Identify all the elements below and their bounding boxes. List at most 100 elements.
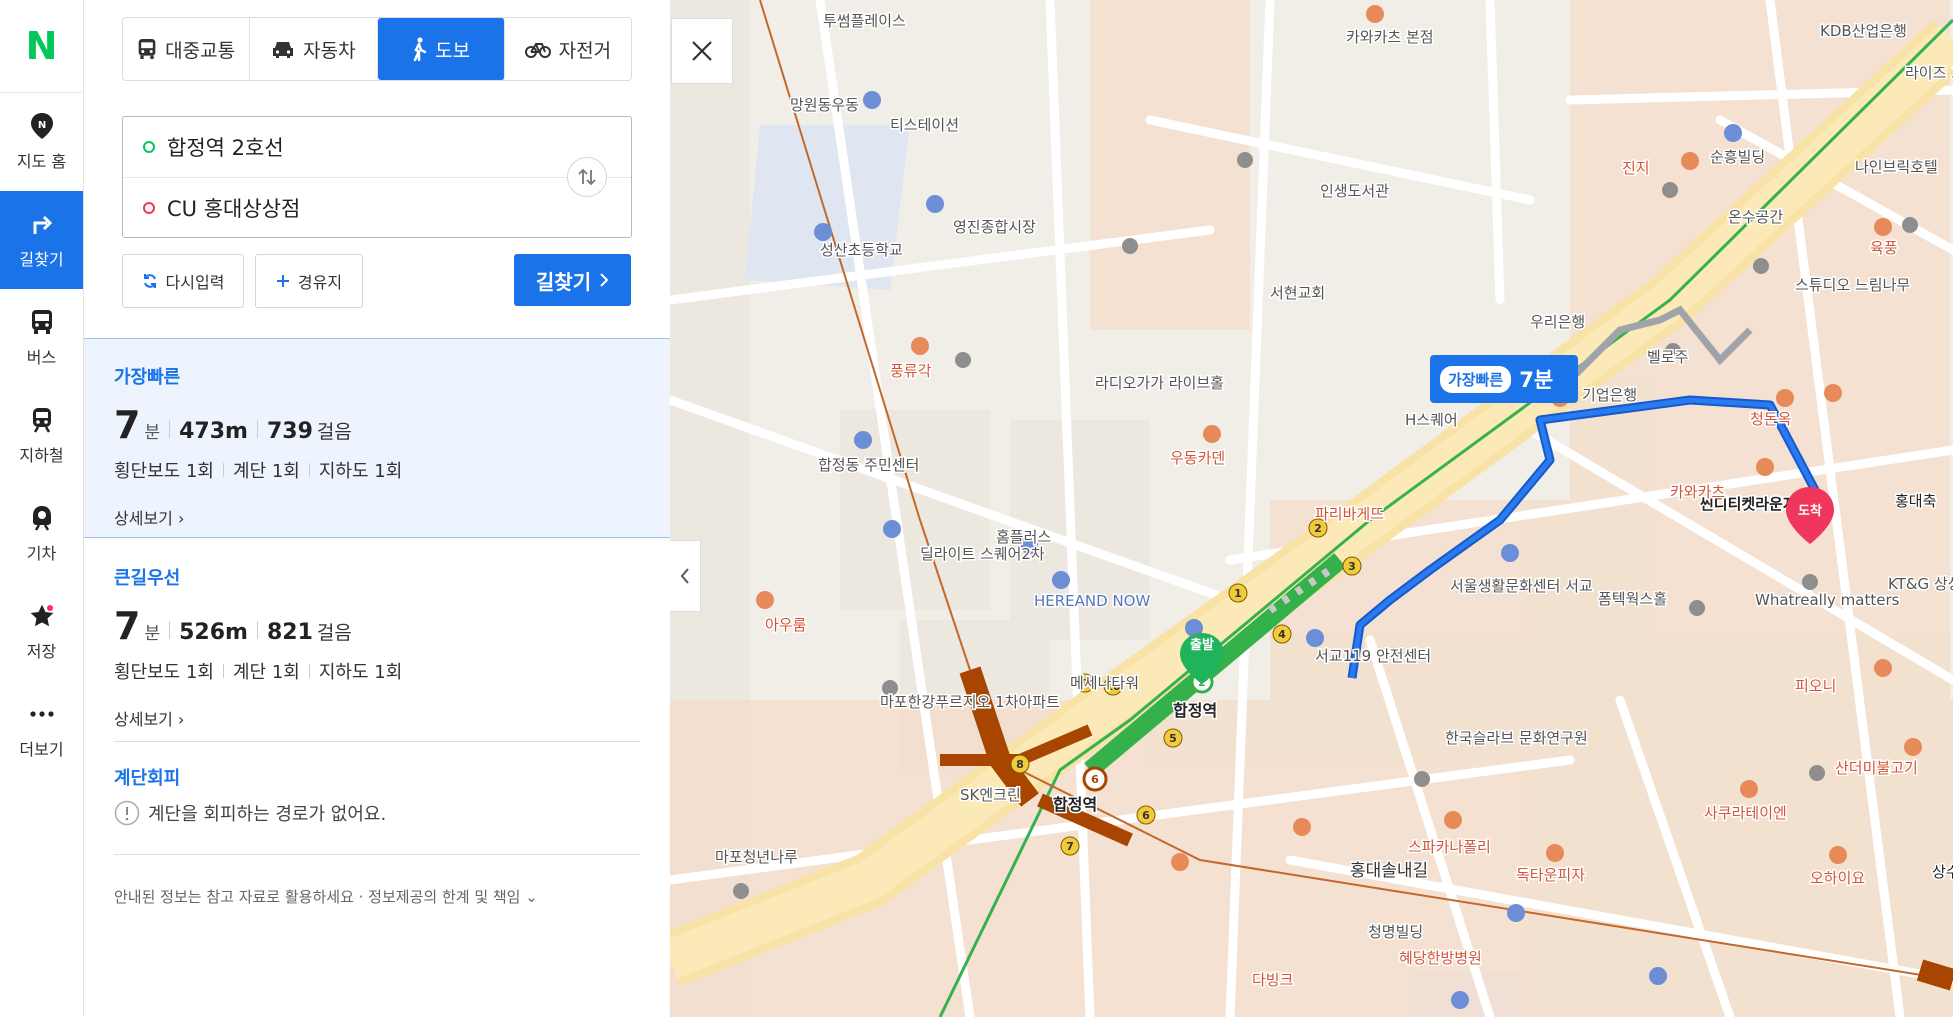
route-summary: 7 분 473m 739 걸음 (114, 403, 352, 447)
svg-text:6: 6 (1142, 809, 1150, 822)
svg-text:한국슬라브 문화연구원: 한국슬라브 문화연구원 (1445, 729, 1588, 747)
rail-item-saved[interactable]: 저장 (0, 583, 83, 681)
naver-logo[interactable]: N (0, 0, 83, 93)
divider (114, 854, 640, 855)
svg-text:라디오가가 라이브홀: 라디오가가 라이브홀 (1095, 374, 1224, 392)
map-pin-icon: N (28, 112, 56, 140)
reset-button[interactable]: 다시입력 (122, 254, 244, 308)
more-icon (28, 700, 56, 728)
swap-button[interactable] (567, 157, 607, 197)
svg-text:딜라이트 스퀘어2차: 딜라이트 스퀘어2차 (920, 545, 1045, 563)
plus-icon (276, 275, 289, 287)
disclaimer-link[interactable]: 안내된 정보는 참고 자료로 활용하세요 · 정보제공의 한계 및 책임 ⌄ (114, 886, 538, 907)
tab-car[interactable]: 자동차 (250, 18, 378, 80)
svg-text:스튜디오 느림나무: 스튜디오 느림나무 (1795, 276, 1910, 294)
rail-item-subway[interactable]: 지하철 (0, 387, 83, 485)
search-route-button[interactable]: 길찾기 (514, 254, 631, 306)
route-features: 횡단보도 1회 계단 1회 지하도 1회 (114, 461, 403, 482)
route-title: 큰길우선 (114, 568, 181, 589)
route-detail-link[interactable]: 상세보기 › (114, 706, 670, 730)
svg-text:산더미불고기: 산더미불고기 (1835, 759, 1918, 777)
svg-text:순흥빌딩: 순흥빌딩 (1710, 148, 1765, 166)
destination-dot-icon (143, 202, 155, 214)
stairs-avoid-section: 계단회피 계단을 회피하는 경로가 없어요. (114, 768, 387, 826)
svg-text:메세나타워: 메세나타워 (1070, 674, 1139, 692)
route-time-badge[interactable]: 가장빠른 7분 (1430, 355, 1578, 403)
svg-text:오하이요: 오하이요 (1810, 869, 1865, 887)
svg-text:마포청년나루: 마포청년나루 (715, 848, 798, 866)
svg-text:피오니: 피오니 (1795, 677, 1836, 695)
svg-text:Whatreally matters: Whatreally matters (1755, 591, 1900, 609)
svg-text:카와카츠 본점: 카와카츠 본점 (1346, 28, 1434, 46)
train-icon (28, 504, 56, 532)
svg-text:상수 카페: 상수 카페 (1932, 863, 1953, 881)
svg-text:서울생활문화센터 서교: 서울생활문화센터 서교 (1450, 577, 1593, 595)
svg-text:라이즈 그래프: 라이즈 그래프 (1905, 64, 1953, 82)
map-canvas: 1234 5910867 2 6 투썸플레이스 카와카츠 본점 KDB산업은행 … (670, 0, 1953, 1017)
svg-text:SK엔크린: SK엔크린 (960, 786, 1021, 804)
rail-item-map-home[interactable]: N 지도 홈 (0, 93, 83, 191)
rail-item-more[interactable]: 더보기 (0, 681, 83, 779)
subway-icon (28, 406, 56, 434)
svg-text:2: 2 (1314, 522, 1322, 535)
route-option-main-road[interactable]: 큰길우선 7 분 526m 821 걸음 횡단보도 1회 계단 1회 지하도 1… (84, 540, 670, 740)
svg-text:합정역: 합정역 (1053, 795, 1097, 814)
svg-text:망원동우동: 망원동우동 (790, 96, 859, 114)
svg-text:6: 6 (1091, 773, 1099, 786)
svg-text:도착: 도착 (1798, 503, 1822, 519)
svg-text:5: 5 (1169, 732, 1177, 745)
tab-walk[interactable]: 도보 (377, 18, 505, 80)
svg-text:1: 1 (1234, 587, 1242, 600)
svg-text:N: N (37, 120, 45, 131)
transport-mode-tabs: 대중교통 자동차 도보 자전거 (122, 17, 632, 81)
route-detail-link[interactable]: 상세보기 › (114, 505, 670, 529)
svg-text:인생도서관: 인생도서관 (1320, 182, 1389, 200)
svg-text:합정동 주민센터: 합정동 주민센터 (818, 456, 919, 474)
svg-text:7: 7 (1066, 840, 1074, 853)
rail-item-bus[interactable]: 버스 (0, 289, 83, 387)
svg-text:다빙크: 다빙크 (1252, 971, 1293, 989)
rail-item-train[interactable]: 기차 (0, 485, 83, 583)
tab-transit[interactable]: 대중교통 (123, 18, 251, 80)
svg-text:KDB산업은행: KDB산업은행 (1820, 22, 1907, 40)
svg-text:벨로주: 벨로주 (1647, 348, 1688, 366)
origin-dot-icon (143, 141, 155, 153)
directions-panel: 대중교통 자동차 도보 자전거 합정역 2호선 CU 홍대상상점 다시입력 경유… (84, 0, 670, 1017)
route-option-fastest[interactable]: 가장빠른 7 분 473m 739 걸음 횡단보도 1회 계단 1회 지하도 1… (84, 338, 670, 538)
svg-text:기업은행: 기업은행 (1582, 386, 1637, 404)
svg-text:독타운피자: 독타운피자 (1516, 866, 1585, 884)
svg-text:8: 8 (1016, 758, 1024, 771)
add-waypoint-button[interactable]: 경유지 (255, 254, 363, 308)
refresh-icon (143, 274, 156, 288)
svg-text:아우룸: 아우룸 (765, 616, 807, 634)
collapse-panel-button[interactable] (670, 540, 701, 612)
svg-text:청돈옥: 청돈옥 (1750, 410, 1791, 428)
svg-text:혜당한방병원: 혜당한방병원 (1399, 949, 1482, 967)
svg-text:합정역: 합정역 (1173, 701, 1217, 720)
left-rail: N N 지도 홈 길찾기 버스 지하철 기차 저장 더보기 (0, 0, 84, 1017)
svg-text:3: 3 (1348, 560, 1356, 573)
svg-text:사쿠라테이엔: 사쿠라테이엔 (1704, 804, 1787, 822)
route-summary: 7 분 526m 821 걸음 (114, 604, 352, 648)
origin-field[interactable]: 합정역 2호선 (123, 117, 631, 177)
bus-icon (138, 39, 156, 59)
svg-text:H스퀘어: H스퀘어 (1405, 411, 1458, 429)
rail-item-directions[interactable]: 길찾기 (0, 191, 83, 289)
svg-text:홍대축: 홍대축 (1895, 492, 1936, 510)
svg-text:성산초등학교: 성산초등학교 (820, 241, 903, 259)
car-icon (273, 42, 294, 58)
chevron-right-icon (600, 273, 609, 287)
close-panel-button[interactable] (671, 18, 733, 84)
svg-text:서현교회: 서현교회 (1270, 284, 1325, 302)
route-features: 횡단보도 1회 계단 1회 지하도 1회 (114, 662, 403, 683)
svg-text:스파카나폴리: 스파카나폴리 (1408, 838, 1491, 856)
close-icon (692, 41, 712, 61)
svg-text:풍류각: 풍류각 (890, 362, 932, 380)
route-title: 가장빠른 (114, 367, 181, 388)
directions-icon (28, 210, 56, 238)
map-view[interactable]: 1234 5910867 2 6 투썸플레이스 카와카츠 본점 KDB산업은행 … (670, 0, 1953, 1017)
destination-field[interactable]: CU 홍대상상점 (123, 177, 631, 238)
divider (114, 741, 640, 742)
tab-bicycle[interactable]: 자전거 (505, 18, 631, 80)
bicycle-icon (524, 43, 551, 58)
